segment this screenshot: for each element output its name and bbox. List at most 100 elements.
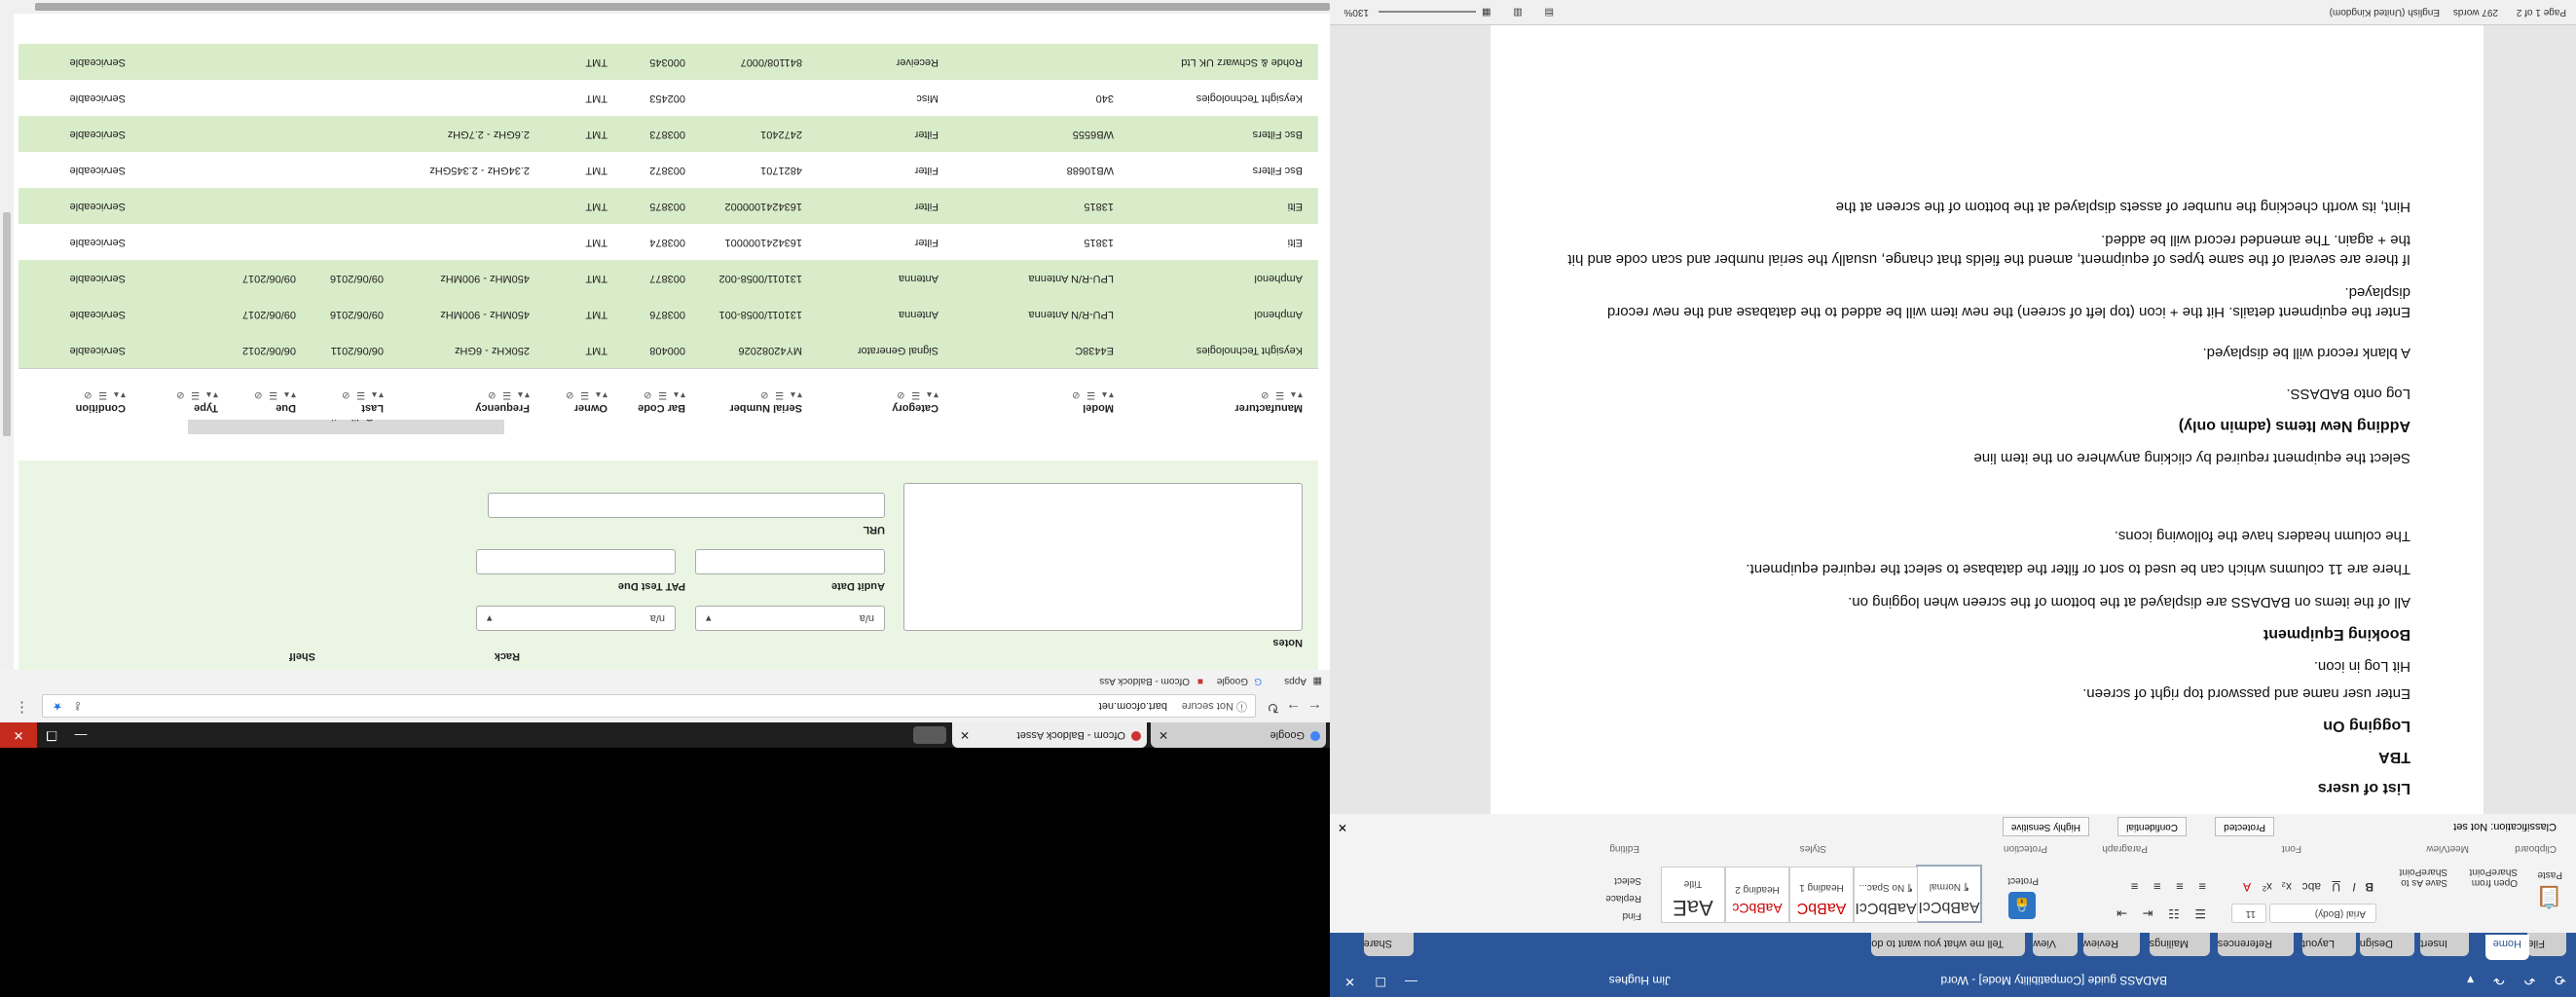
style-no-spacing[interactable]: AaBbCcI ¶ No Spac... [1854,867,1918,923]
tab-design[interactable]: Design [2359,931,2414,956]
tab-references[interactable]: References [2217,931,2294,956]
apps-icon[interactable]: ▦ [1312,676,1322,686]
sort-filter-icons[interactable]: ▾▴ ☰ ⊘ [638,389,685,400]
new-tab-button[interactable] [913,726,946,744]
style-normal[interactable]: AaBbCcI ¶ Normal [1916,865,1982,923]
sort-filter-icons[interactable]: ▾▴ ☰ ⊘ [892,389,938,400]
tab-view[interactable]: View [2033,931,2078,956]
sort-filter-icons[interactable]: ▾▴ ☰ ⊘ [1234,389,1303,400]
paste-icon[interactable]: 📋 [2536,884,2562,909]
table-row[interactable]: Elti 13815 Filter 1634241000002 003875 TMT Ser… [18,188,1318,224]
column-header[interactable]: Last ▾▴ ☰ ⊘ [340,389,384,414]
column-header[interactable]: Frequency ▾▴ ☰ ⊘ [475,389,530,414]
column-header[interactable]: Owner ▾▴ ☰ ⊘ [564,389,607,414]
maximize-icon[interactable]: ☐ [1375,974,1386,989]
quick-access-toolbar[interactable]: ⟲ ↶ ↷ ▾ [2459,972,2566,988]
bold-button[interactable]: B [2365,880,2374,894]
vertical-scrollbar[interactable] [0,0,14,670]
rack-select[interactable]: n/a ▾ [695,606,885,631]
strikethrough-button[interactable]: abc [2302,880,2321,894]
audit-date-input[interactable] [695,549,885,574]
language[interactable]: English (United Kingdom) [2330,7,2440,18]
reload-icon[interactable]: ↻ [1267,699,1279,717]
page-count[interactable]: Page 1 of 2 [2517,7,2566,18]
paste-button[interactable]: Paste [2537,869,2562,880]
underline-button[interactable]: U [2332,880,2340,894]
sort-filter-icons[interactable]: ▾▴ ☰ ⊘ [340,389,384,400]
column-header[interactable]: Type ▾▴ ☰ ⊘ [174,389,218,414]
sort-filter-icons[interactable]: ▾▴ ☰ ⊘ [729,389,802,400]
key-icon[interactable]: ⚷ [74,695,82,717]
tell-me-box[interactable]: Tell me what you want to do [1871,931,2025,956]
document-page[interactable]: List of users TBA Logging On Enter user … [1490,25,2484,814]
close-tab-icon[interactable]: ✕ [960,722,970,748]
url-input[interactable]: ⓘ Not secure bart.ofcom.net ⚷ ★ [42,694,1256,718]
forward-icon[interactable]: → [1286,700,1301,717]
back-icon[interactable]: ← [1307,700,1322,717]
scroll-thumb[interactable] [3,212,11,436]
save-as-sharepoint-button[interactable]: Save As to SharePoint [2379,867,2447,888]
column-header[interactable]: Serial Number ▾▴ ☰ ⊘ [729,389,802,414]
sort-filter-icons[interactable]: ▾▴ ☰ ⊘ [174,389,218,400]
table-row[interactable]: Elti 13815 Filter 1634241000001 003874 TMT Ser… [18,224,1318,260]
open-from-sharepoint-button[interactable]: Open from SharePoint [2449,867,2518,888]
bookmark-star-icon[interactable]: ★ [53,695,62,717]
column-header[interactable]: Due ▾▴ ☰ ⊘ [252,389,296,414]
confidential-button[interactable]: Confidential [2117,817,2187,836]
sort-filter-icons[interactable]: ▾▴ ☰ ⊘ [475,389,530,400]
user-name[interactable]: Jim Hughes [1609,974,1671,987]
sort-filter-icons[interactable]: ▾▴ ☰ ⊘ [564,389,607,400]
sort-filter-icons[interactable]: ▾▴ ☰ ⊘ [252,389,296,400]
not-secure-indicator[interactable]: ⓘ Not secure [1182,695,1247,717]
close-tab-icon[interactable]: ✕ [1159,722,1168,748]
close-icon[interactable]: ✕ [0,722,37,748]
minimize-icon[interactable]: — [66,722,95,748]
tab-insert[interactable]: Insert [2420,931,2469,956]
column-header[interactable]: Model ▾▴ ☰ ⊘ [1070,389,1114,414]
tab-review[interactable]: Review [2082,931,2140,956]
minimize-icon[interactable]: — [1405,975,1417,989]
menu-icon[interactable]: ⋮ [15,699,29,717]
pat-test-due-input[interactable] [476,549,676,574]
italic-button[interactable]: I [2353,880,2356,894]
style-heading-1[interactable]: AaBbC Heading 1 [1789,867,1854,923]
table-row[interactable]: Bsc Filters WB10688 Filter 4821701 003872 TMT… [18,152,1318,188]
tab-home[interactable]: Home [2484,935,2529,960]
share-button[interactable]: Share [1363,931,1414,956]
view-mode-icons[interactable]: ▤ ▥ ▦ [1472,7,1554,18]
shelf-select[interactable]: n/a ▾ [476,606,676,631]
protect-icon[interactable]: 🔒 [2008,892,2036,919]
superscript-button[interactable]: x² [2263,880,2272,894]
column-header[interactable]: Bar Code ▾▴ ☰ ⊘ [638,389,685,414]
browser-tab-google[interactable]: Google ✕ [1151,722,1326,748]
font-size-select[interactable]: 11 [2231,904,2266,923]
bookmark-apps[interactable]: Apps [1284,676,1306,686]
table-row[interactable]: Amphenol LPU-R/N Antenna Antenna 131011/005… [18,260,1318,296]
word-count[interactable]: 297 words [2453,7,2498,18]
table-row[interactable]: Keysight Technologies 340 Misc 002453 TMT Ser… [18,80,1318,116]
protected-button[interactable]: Protected [2215,817,2274,836]
style-heading-2[interactable]: AaBbCc Heading 2 [1725,867,1789,923]
subscript-button[interactable]: x₂ [2281,880,2292,894]
sort-filter-icons[interactable]: ▾▴ ☰ ⊘ [76,389,126,400]
bullets-icon[interactable]: ☰ ☷ ⇤ ⇥ [2111,905,2206,921]
style-title[interactable]: AaE Title [1661,867,1725,923]
column-header[interactable]: Manufacturer ▾▴ ☰ ⊘ [1234,389,1303,414]
column-header[interactable]: Category ▾▴ ☰ ⊘ [892,389,938,414]
column-header[interactable]: Condition ▾▴ ☰ ⊘ [76,389,126,414]
maximize-icon[interactable]: ❐ [37,722,66,748]
tab-mailings[interactable]: Mailings [2149,931,2210,956]
protect-button[interactable]: Protect [2007,875,2039,886]
notes-textarea[interactable] [903,483,1303,631]
font-name-select[interactable]: Arial (Body) [2269,904,2376,923]
replace-button[interactable]: Replace [1605,893,1641,904]
url-field[interactable] [488,493,885,518]
table-row[interactable]: Rohde & Schwarz UK Ltd Receiver 841108/000… [18,44,1318,80]
find-button[interactable]: Find [1623,910,1641,921]
select-button[interactable]: Select [1614,875,1641,886]
alignment-icon[interactable]: ≡ ≡ ≡ ≡ [2125,879,2206,894]
sort-filter-icons[interactable]: ▾▴ ☰ ⊘ [1070,389,1114,400]
bookmark-google[interactable]: Google [1217,676,1248,686]
table-row[interactable]: Amphenol LPU-R/N Antenna Antenna 131011/005… [18,296,1318,332]
table-row[interactable]: Bsc Filters WB6555 Filter 2472401 003873 TMT 2… [18,116,1318,152]
